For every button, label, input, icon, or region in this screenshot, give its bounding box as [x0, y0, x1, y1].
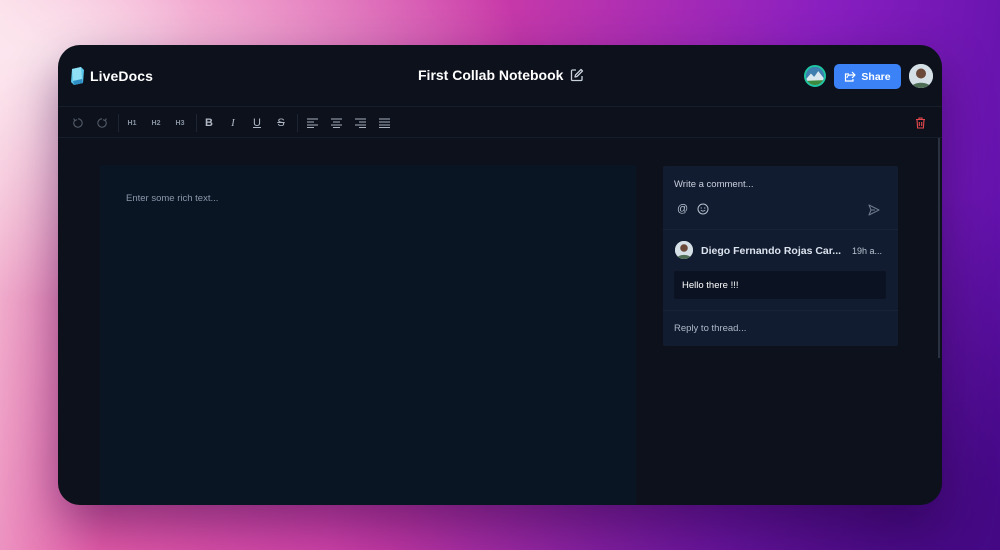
redo-button[interactable]: [94, 115, 110, 131]
comment-author: Diego Fernando Rojas Car...: [701, 245, 842, 257]
align-center-icon: [330, 118, 342, 128]
collaborator-avatar[interactable]: [804, 65, 826, 87]
divider: [663, 310, 898, 311]
trash-icon: [915, 117, 925, 129]
emoji-icon[interactable]: [697, 203, 709, 215]
editor-area[interactable]: Enter some rich text...: [100, 165, 636, 505]
reply-input[interactable]: Reply to thread...: [674, 323, 746, 334]
delete-button[interactable]: [912, 115, 928, 131]
heading-3-button[interactable]: H3: [172, 115, 188, 131]
toolbar-divider: [118, 114, 119, 132]
editor-placeholder: Enter some rich text...: [126, 193, 219, 204]
italic-icon: I: [231, 117, 235, 129]
edit-icon[interactable]: [570, 68, 584, 82]
app-window: LiveDocs First Collab Notebook Share H1 …: [58, 45, 942, 505]
document-title[interactable]: First Collab Notebook: [418, 67, 563, 83]
align-justify-icon: [378, 118, 390, 128]
app-name: LiveDocs: [90, 68, 154, 84]
user-avatar[interactable]: [909, 64, 933, 88]
comment-body: Hello there !!!: [674, 271, 886, 299]
logo[interactable]: LiveDocs: [70, 66, 153, 86]
italic-button[interactable]: I: [225, 115, 241, 131]
heading-1-button[interactable]: H1: [124, 115, 140, 131]
underline-button[interactable]: U: [249, 115, 265, 131]
heading-2-button[interactable]: H2: [148, 115, 164, 131]
share-button[interactable]: Share: [834, 64, 901, 89]
comment-author-avatar: [675, 241, 693, 259]
strikethrough-icon: S: [277, 117, 285, 129]
logo-icon: [71, 67, 84, 85]
scrollbar[interactable]: [938, 138, 940, 358]
align-right-button[interactable]: [352, 115, 368, 131]
align-center-button[interactable]: [328, 115, 344, 131]
document-title-area: First Collab Notebook: [418, 67, 584, 83]
formatting-toolbar: H1 H2 H3 B I U S: [58, 108, 942, 138]
undo-button[interactable]: [70, 115, 86, 131]
bold-icon: B: [205, 117, 213, 129]
strikethrough-button[interactable]: S: [273, 115, 289, 131]
comments-panel: Write a comment... @ Diego Fernando Roja…: [663, 166, 898, 346]
align-left-icon: [306, 118, 318, 128]
divider: [663, 229, 898, 230]
redo-icon: [97, 118, 107, 128]
share-icon: [845, 71, 857, 82]
toolbar-divider: [297, 114, 298, 132]
mention-icon[interactable]: @: [677, 203, 688, 215]
share-label: Share: [861, 70, 891, 83]
underline-icon: U: [253, 117, 261, 129]
align-justify-button[interactable]: [376, 115, 392, 131]
header: LiveDocs First Collab Notebook Share: [58, 45, 942, 107]
align-right-icon: [354, 118, 366, 128]
undo-icon: [73, 118, 83, 128]
send-icon[interactable]: [868, 204, 880, 216]
align-left-button[interactable]: [304, 115, 320, 131]
toolbar-divider: [196, 114, 197, 132]
comment-input[interactable]: Write a comment...: [674, 179, 754, 190]
bold-button[interactable]: B: [201, 115, 217, 131]
comment-timestamp: 19h a...: [852, 246, 883, 256]
